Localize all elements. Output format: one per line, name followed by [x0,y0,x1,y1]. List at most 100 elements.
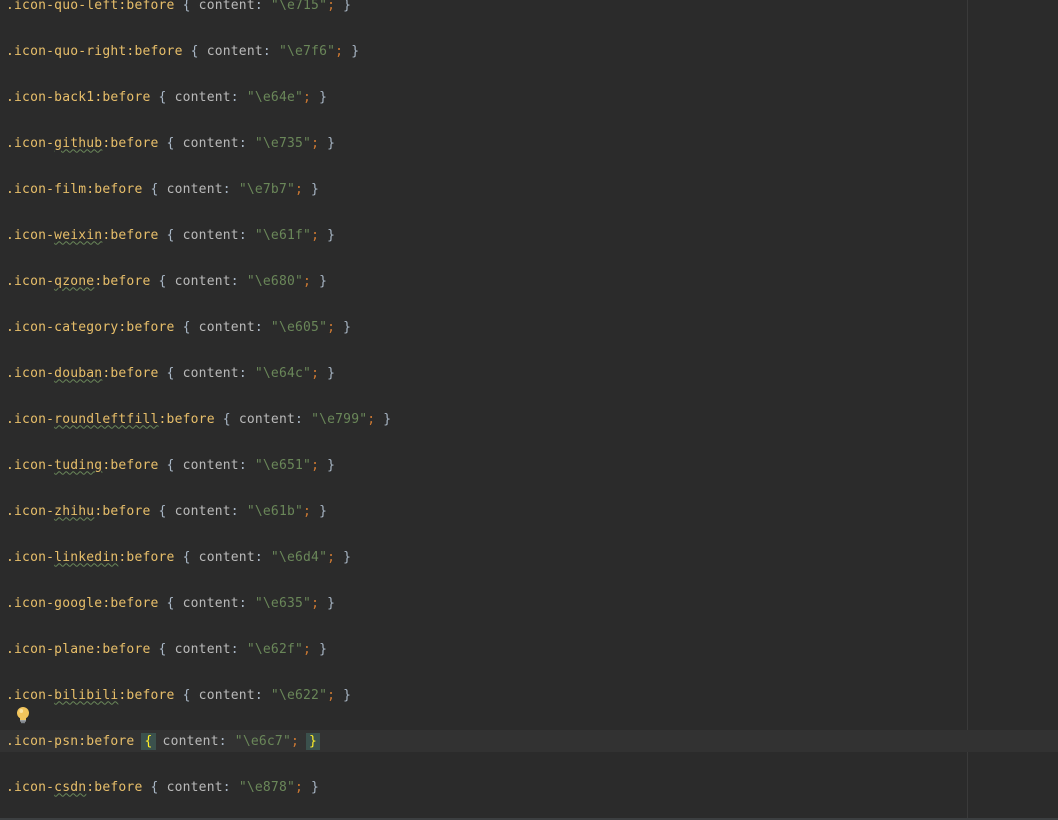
code-line[interactable]: .icon-bilibili:before { content: "\e622"… [0,672,1058,718]
colon: : [254,549,271,565]
selector-prefix: .icon- [6,365,55,381]
colon: : [230,89,247,105]
close-brace: } [319,457,336,473]
string-value: "\e799" [311,411,368,427]
semicolon: ; [311,135,320,151]
semicolon: ; [327,319,336,335]
code-line[interactable]: .icon-tuding:before { content: "\e651"; … [0,442,1058,488]
property-name: content [174,641,231,657]
close-brace: } [335,319,352,335]
selector-prefix: .icon- [6,549,55,565]
semicolon: ; [303,503,312,519]
selector-prefix: .icon- [6,641,55,657]
colon: : [295,411,312,427]
close-brace: } [319,595,336,611]
open-brace: { [150,89,175,105]
open-brace: { [158,457,183,473]
pseudo-element: :before [94,273,151,289]
code-line[interactable]: .icon-plane:before { content: "\e62f"; } [0,626,1058,672]
pseudo-element: :before [94,641,151,657]
pseudo-element: :before [118,319,175,335]
colon: : [222,181,239,197]
property-name: content [182,365,239,381]
code-line[interactable]: .icon-github:before { content: "\e735"; … [0,120,1058,166]
pseudo-element: :before [102,135,159,151]
code-line-current[interactable]: .icon-psn:before { content: "\e6c7"; } [0,718,1058,764]
property-name: content [182,135,239,151]
code-line[interactable]: .icon-zhihu:before { content: "\e61b"; } [0,488,1058,534]
colon: : [254,0,271,13]
semicolon: ; [303,89,312,105]
colon: : [254,687,271,703]
close-brace: } [335,0,352,13]
code-line[interactable]: .icon-weixin:before { content: "\e61f"; … [0,212,1058,258]
code-line[interactable]: .icon-quo-left:before { content: "\e715"… [0,0,1058,28]
colon: : [238,365,255,381]
open-brace: { [134,732,162,750]
code-line[interactable]: .icon-douban:before { content: "\e64c"; … [0,350,1058,396]
code-line[interactable]: .icon-category:before { content: "\e605"… [0,304,1058,350]
close-brace: } [343,43,360,59]
string-value: "\e622" [270,687,328,703]
selector-name: zhihu [54,503,95,519]
selector-prefix: .icon- [6,181,55,197]
string-value: "\e6c7" [234,733,291,749]
property-name: content [182,595,239,611]
string-value: "\e61b" [246,503,304,519]
open-brace: { [158,135,183,151]
close-brace: } [319,227,336,243]
code-line[interactable]: .icon-linkedin:before { content: "\e6d4"… [0,534,1058,580]
selector-prefix: .icon- [6,319,55,335]
selector-name: psn [54,733,79,749]
code-line[interactable]: .icon-google:before { content: "\e635"; … [0,580,1058,626]
selector-name: github [54,135,103,151]
matched-brace: } [306,732,321,750]
pseudo-element: :before [118,687,175,703]
selector-name: quo-left [54,0,119,13]
code-line[interactable]: .icon-film:before { content: "\e7b7"; } [0,166,1058,212]
colon: : [222,779,239,795]
code-line[interactable]: .icon-quo-right:before { content: "\e7f6… [0,28,1058,74]
selector-prefix: .icon- [6,733,55,749]
open-brace: { [174,0,199,13]
colon: : [230,503,247,519]
close-brace: } [319,365,336,381]
code-line[interactable]: .icon-roundleftfill:before { content: "\… [0,396,1058,442]
colon: : [254,319,271,335]
string-value: "\e64e" [246,89,304,105]
close-brace: } [311,273,328,289]
string-value: "\e651" [254,457,312,473]
pseudo-element: :before [94,503,151,519]
string-value: "\e7f6" [278,43,336,59]
lightbulb-icon[interactable] [15,706,31,724]
semicolon: ; [335,43,344,59]
selector-prefix: .icon- [6,227,55,243]
property-name: content [174,273,231,289]
selector-name: plane [54,641,95,657]
pseudo-element: :before [102,457,159,473]
selector-name: google [54,595,103,611]
lightbulb-icon-graphic [17,707,29,724]
selector-name: quo-right [54,43,127,59]
code-editor[interactable]: .icon-quo-left:before { content: "\e715"… [0,0,1058,820]
selector-prefix: .icon- [6,779,55,795]
pseudo-element: :before [158,411,215,427]
semicolon: ; [327,0,336,13]
selector-prefix: .icon- [6,0,55,13]
string-value: "\e61f" [254,227,312,243]
close-brace: } [311,641,328,657]
selector-prefix: .icon- [6,457,55,473]
selector-name: roundleftfill [54,411,159,427]
code-line[interactable]: .icon-csdn:before { content: "\e878"; } [0,764,1058,810]
open-brace: { [142,181,167,197]
code-line[interactable]: .icon-back1:before { content: "\e64e"; } [0,74,1058,120]
property-name: content [206,43,263,59]
pseudo-element: :before [126,43,183,59]
code-line[interactable]: .icon-qzone:before { content: "\e680"; } [0,258,1058,304]
colon: : [262,43,279,59]
semicolon: ; [295,779,304,795]
property-name: content [198,319,255,335]
selector-prefix: .icon- [6,273,55,289]
code-lines[interactable]: .icon-quo-left:before { content: "\e715"… [0,0,1058,810]
open-brace: { [150,641,175,657]
